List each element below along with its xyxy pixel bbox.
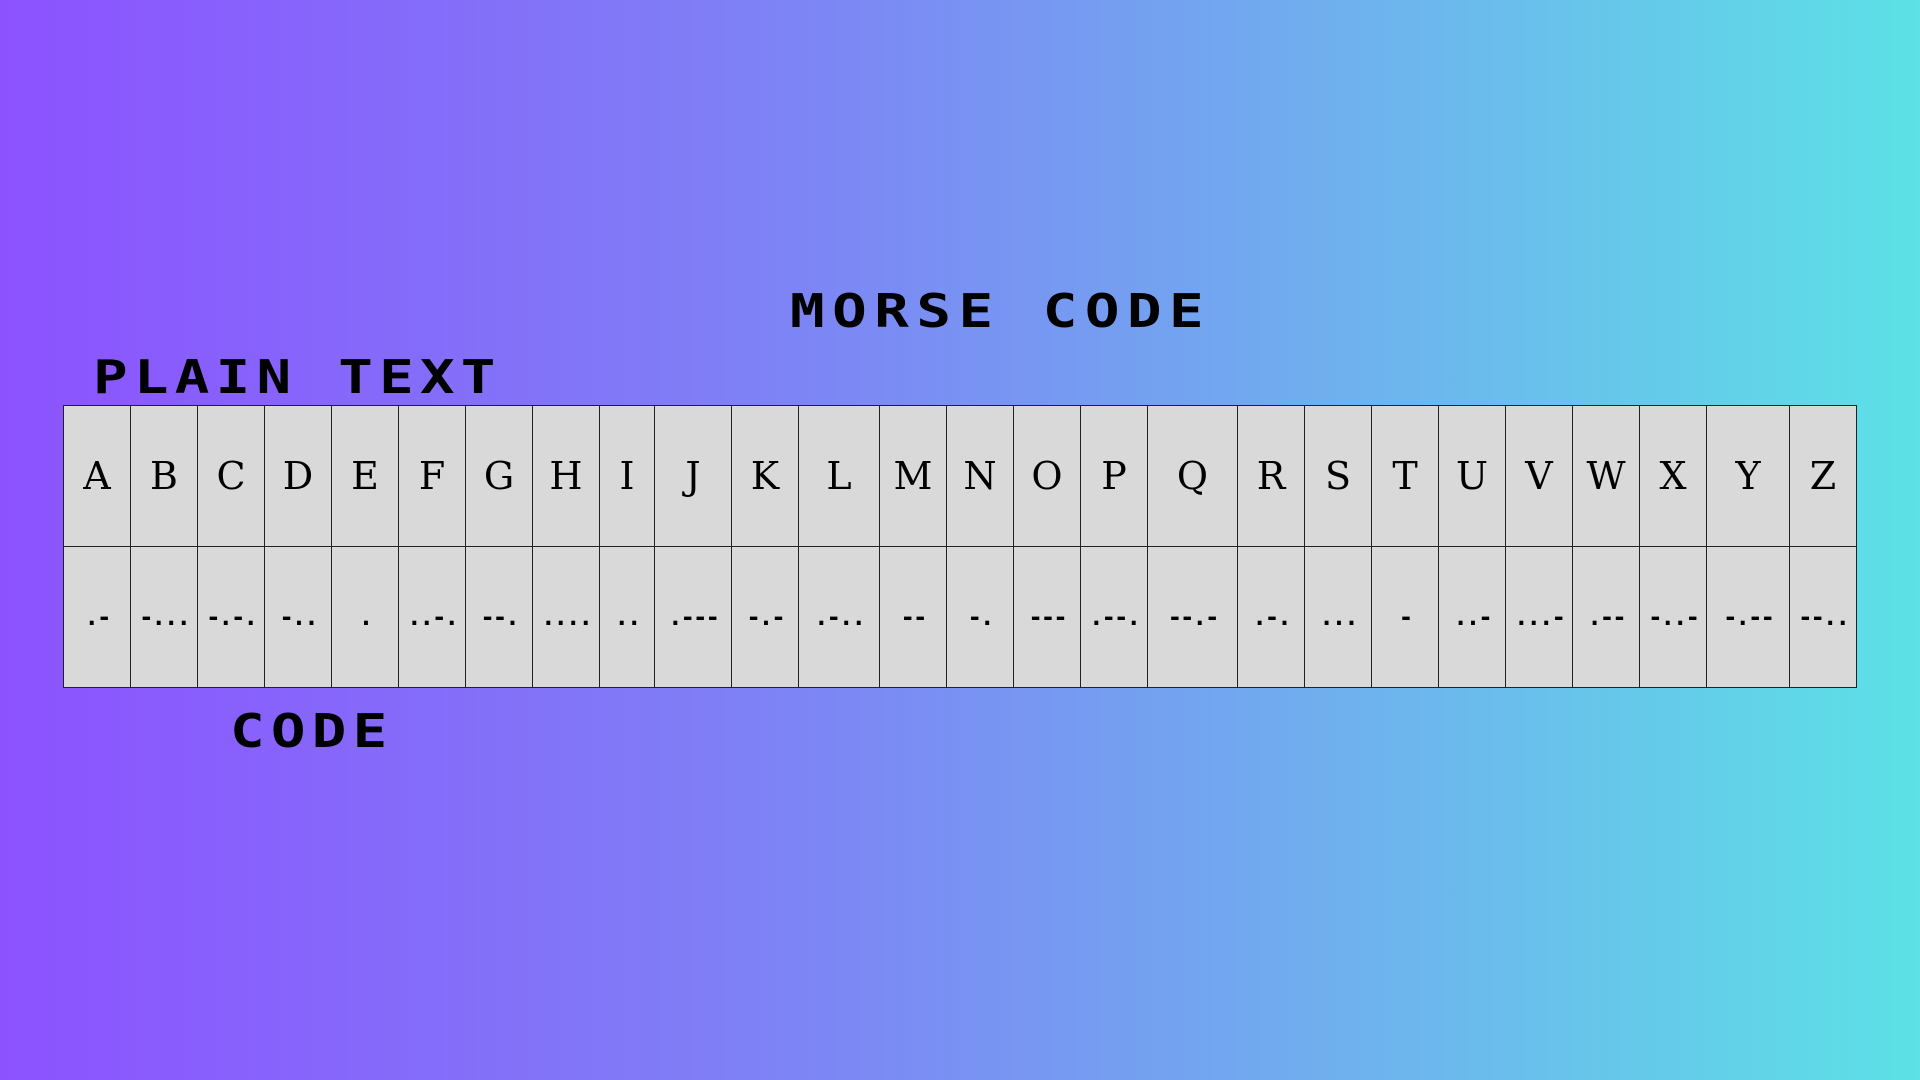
code-cell: -..- [1639,546,1707,688]
letter-cell: E [331,405,399,547]
code-cell: .... [532,546,600,688]
letter-cell: B [130,405,198,547]
code-cell: .- [63,546,131,688]
code-cell: --.- [1147,546,1238,688]
code-cell: --.. [1789,546,1857,688]
code-row: .- -... -.-. -.. . ..-. --. .... .. .---… [63,546,1857,688]
code-label: CODE [230,704,394,758]
letter-cell: Y [1706,405,1790,547]
plain-text-row: A B C D E F G H I J K L M N O P Q R S T … [63,405,1857,547]
code-cell: .. [599,546,655,688]
letter-cell: Z [1789,405,1857,547]
slide: { "titles": { "morse_code": "MORSE CODE"… [0,0,1920,1080]
code-cell: .--. [1080,546,1148,688]
letter-cell: N [946,405,1014,547]
code-cell: .-- [1572,546,1640,688]
letter-cell: L [798,405,880,547]
letter-cell: D [264,405,332,547]
letter-cell: H [532,405,600,547]
code-cell: -.. [264,546,332,688]
letter-cell: U [1438,405,1506,547]
letter-cell: X [1639,405,1707,547]
letter-cell: K [731,405,799,547]
letter-cell: G [465,405,533,547]
code-cell: ... [1304,546,1372,688]
letter-cell: P [1080,405,1148,547]
letter-cell: T [1371,405,1439,547]
letter-cell: A [63,405,131,547]
code-cell: .-. [1237,546,1305,688]
code-cell: -.- [731,546,799,688]
code-cell: ..- [1438,546,1506,688]
letter-cell: O [1013,405,1081,547]
code-cell: ...- [1505,546,1573,688]
morse-code-table: A B C D E F G H I J K L M N O P Q R S T … [63,405,1857,688]
code-cell: .-.. [798,546,880,688]
code-cell: - [1371,546,1439,688]
letter-cell: S [1304,405,1372,547]
code-cell: -- [879,546,947,688]
code-cell: -.-- [1706,546,1790,688]
plain-text-label: PLAIN TEXT [93,350,502,404]
letter-cell: I [599,405,655,547]
code-cell: --- [1013,546,1081,688]
code-cell: --. [465,546,533,688]
code-cell: .--- [654,546,732,688]
letter-cell: F [398,405,466,547]
letter-cell: V [1505,405,1573,547]
code-cell: -.-. [197,546,265,688]
code-cell: -... [130,546,198,688]
code-cell: ..-. [398,546,466,688]
letter-cell: Q [1147,405,1238,547]
letter-cell: W [1572,405,1640,547]
letter-cell: R [1237,405,1305,547]
code-cell: -. [946,546,1014,688]
letter-cell: M [879,405,947,547]
letter-cell: J [654,405,732,547]
morse-code-title: MORSE CODE [790,284,1212,338]
code-cell: . [331,546,399,688]
letter-cell: C [197,405,265,547]
